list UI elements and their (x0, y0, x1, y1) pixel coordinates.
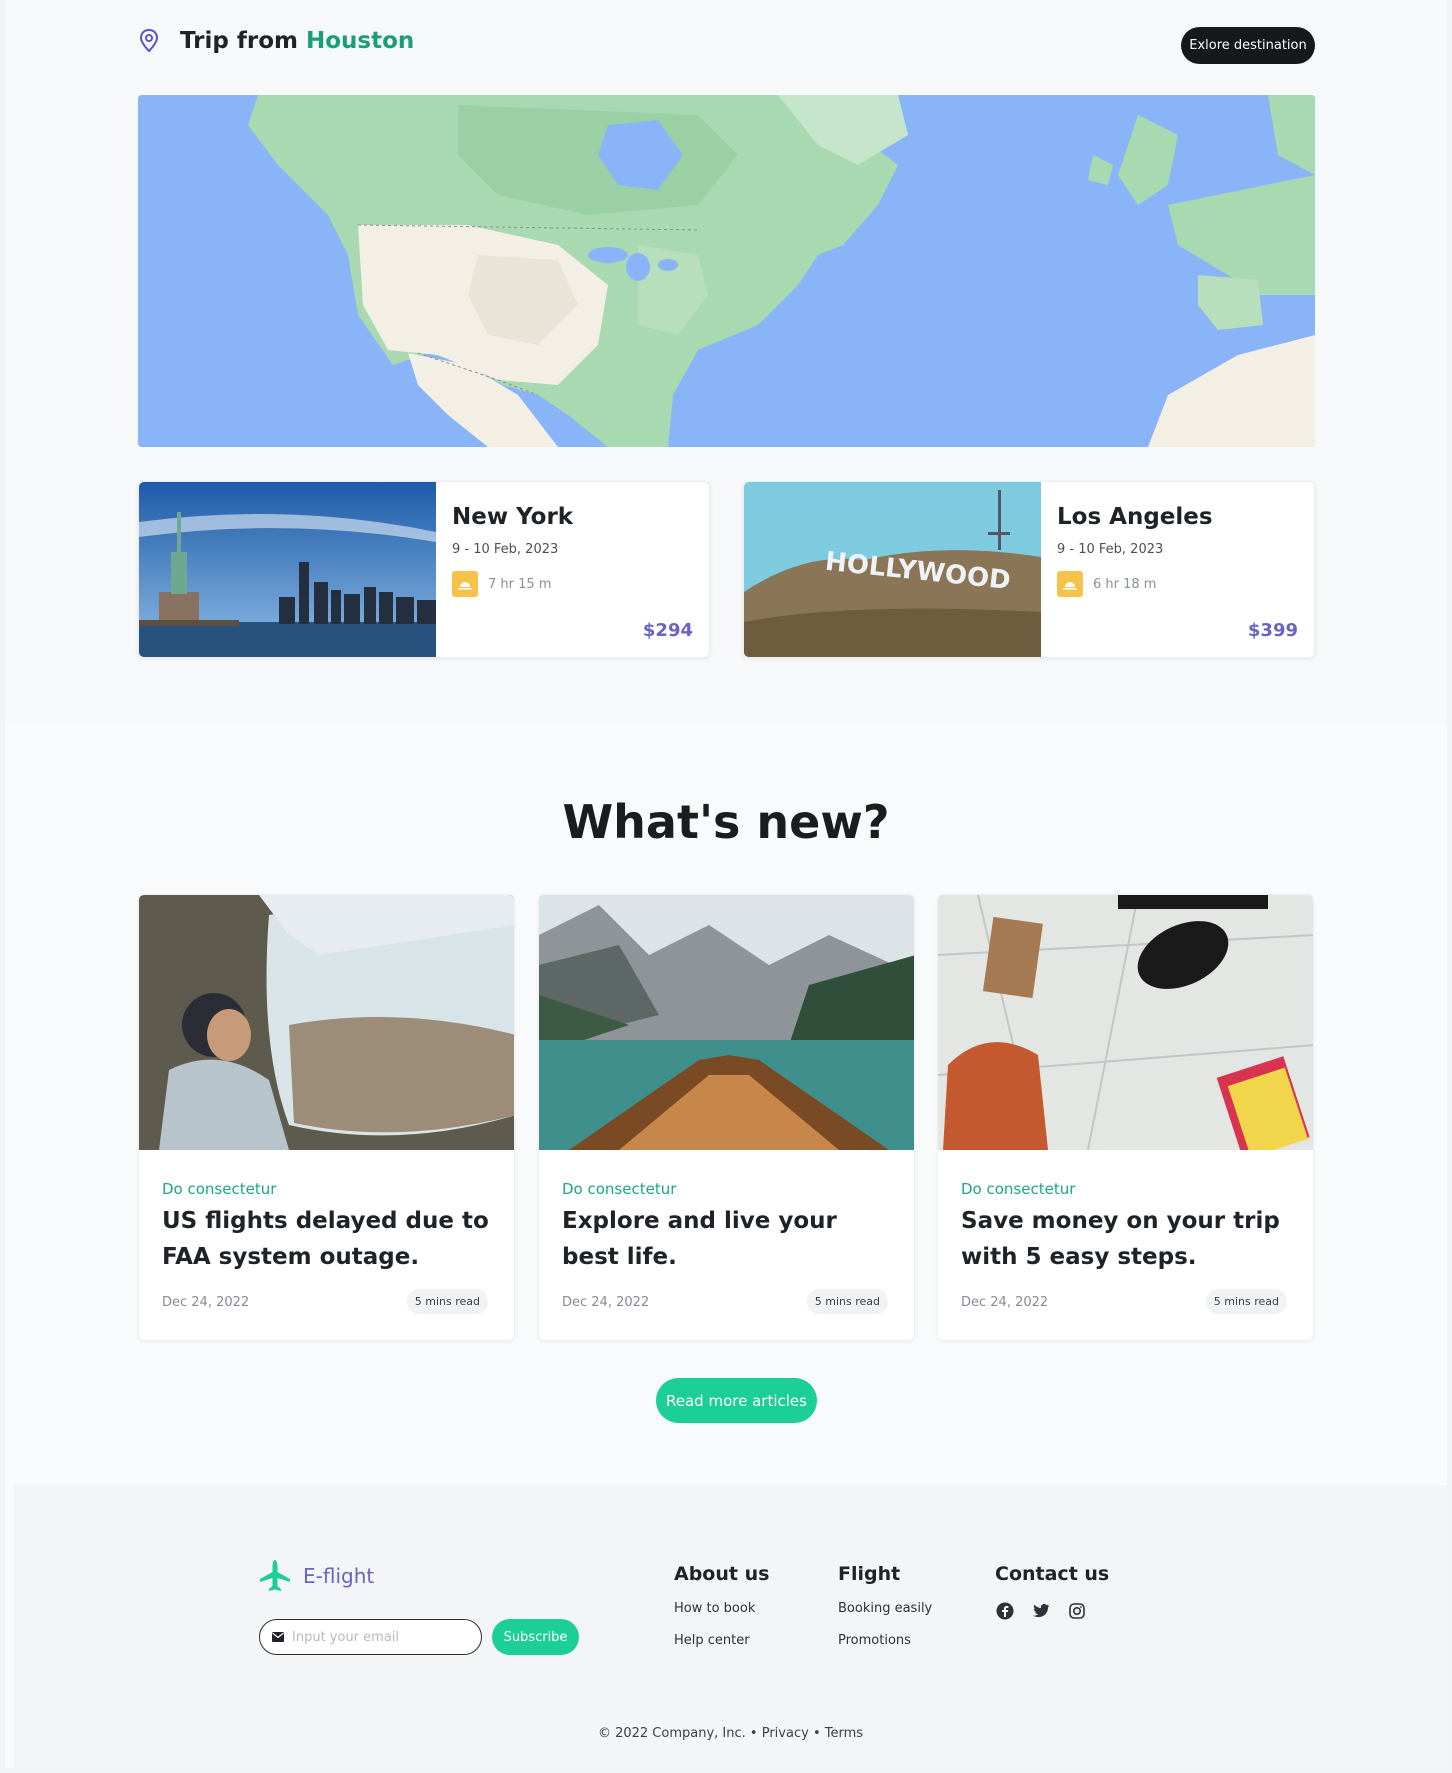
footer-link-booking-easily[interactable]: Booking easily (838, 1601, 932, 1616)
trip-section: Trip from Houston Exlore destination New… (5, 0, 1447, 722)
separator: • (812, 1726, 821, 1741)
duration-text: 6 hr 18 m (1093, 576, 1157, 592)
title-prefix: Trip from (180, 28, 298, 54)
section-title-whats-new: What's new? (562, 795, 890, 849)
brand-name: E-flight (303, 1564, 375, 1588)
read-more-articles-button[interactable]: Read more articles (656, 1378, 817, 1423)
airplane-icon (260, 1560, 290, 1591)
copyright-text: © 2022 Company, Inc. (597, 1726, 746, 1741)
article-image (938, 895, 1313, 1150)
separator: • (749, 1726, 758, 1741)
email-input[interactable] (292, 1629, 462, 1645)
facebook-icon[interactable] (995, 1601, 1015, 1621)
mail-icon (272, 1632, 284, 1642)
article-category: Do consectetur (162, 1180, 277, 1198)
email-field-wrapper (259, 1619, 482, 1655)
read-time-badge: 5 mins read (406, 1289, 488, 1314)
footer-heading: About us (674, 1563, 770, 1585)
destination-photo: HOLLYWOOD (744, 482, 1041, 657)
twitter-icon[interactable] (1031, 1601, 1051, 1621)
destination-name: New York (452, 504, 574, 530)
article-date: Dec 24, 2022 (562, 1295, 650, 1310)
instagram-icon[interactable] (1067, 1601, 1087, 1621)
article-date: Dec 24, 2022 (961, 1295, 1049, 1310)
duration-text: 7 hr 15 m (488, 576, 552, 592)
privacy-link[interactable]: Privacy (762, 1726, 809, 1741)
read-time-badge: 5 mins read (1205, 1289, 1287, 1314)
article-card[interactable]: Do consectetur Explore and live your bes… (538, 894, 915, 1341)
footer-col-about: About us How to book Help center (674, 1563, 769, 1665)
destination-duration: 6 hr 18 m (1057, 571, 1298, 597)
footer-link-help-center[interactable]: Help center (674, 1633, 769, 1648)
article-image (539, 895, 914, 1150)
location-pin-icon (139, 28, 159, 53)
footer-heading: Flight (838, 1563, 901, 1585)
page: Trip from Houston Exlore destination New… (5, 0, 1447, 1768)
article-category: Do consectetur (562, 1180, 677, 1198)
map-illustration (138, 95, 1315, 447)
article-category: Do consectetur (961, 1180, 1076, 1198)
article-headline[interactable]: US flights delayed due to FAA system out… (162, 1203, 494, 1275)
article-card[interactable]: Do consectetur US flights delayed due to… (138, 894, 515, 1341)
footer-link-how-to-book[interactable]: How to book (674, 1601, 769, 1616)
read-time-badge: 5 mins read (806, 1289, 888, 1314)
destination-photo (139, 482, 436, 657)
title-city: Houston (306, 28, 415, 54)
terms-link[interactable]: Terms (825, 1726, 863, 1741)
sunrise-icon (1057, 571, 1083, 597)
destination-card[interactable]: New York 9 - 10 Feb, 2023 7 hr 15 m $294 (138, 481, 710, 658)
article-headline[interactable]: Save money on your trip with 5 easy step… (961, 1203, 1293, 1275)
brand[interactable]: E-flight (257, 1558, 374, 1594)
subscribe-button[interactable]: Subscribe (492, 1619, 579, 1655)
destination-dates: 9 - 10 Feb, 2023 (1057, 542, 1164, 557)
article-headline[interactable]: Explore and live your best life. (562, 1203, 894, 1275)
social-links (995, 1601, 1109, 1621)
footer-heading: Contact us (995, 1563, 1110, 1585)
article-card[interactable]: Do consectetur Save money on your trip w… (937, 894, 1314, 1341)
destination-info: Los Angeles 9 - 10 Feb, 2023 6 hr 18 m $… (1057, 504, 1298, 657)
trip-header: Trip from Houston (138, 28, 414, 54)
footer: E-flight Subscribe About us How to book … (14, 1485, 1447, 1768)
article-date: Dec 24, 2022 (162, 1295, 250, 1310)
page-title: Trip from Houston (180, 28, 414, 54)
map[interactable] (138, 95, 1315, 447)
footer-col-flight: Flight Booking easily Promotions (838, 1563, 932, 1665)
article-image (139, 895, 514, 1150)
copyright-bar: © 2022 Company, Inc. • Privacy • Terms (14, 1726, 1447, 1741)
footer-link-promotions[interactable]: Promotions (838, 1633, 932, 1648)
destination-card[interactable]: HOLLYWOOD Los Angeles 9 - 10 Feb, 2023 6… (743, 481, 1315, 658)
destination-name: Los Angeles (1057, 504, 1213, 530)
sunrise-icon (452, 571, 478, 597)
destination-price: $294 (642, 620, 693, 641)
destination-info: New York 9 - 10 Feb, 2023 7 hr 15 m $294 (452, 504, 693, 657)
explore-destination-button[interactable]: Exlore destination (1181, 27, 1315, 64)
destination-price: $399 (1247, 620, 1298, 641)
footer-col-contact: Contact us (995, 1563, 1109, 1621)
destination-duration: 7 hr 15 m (452, 571, 693, 597)
destination-dates: 9 - 10 Feb, 2023 (452, 542, 559, 557)
